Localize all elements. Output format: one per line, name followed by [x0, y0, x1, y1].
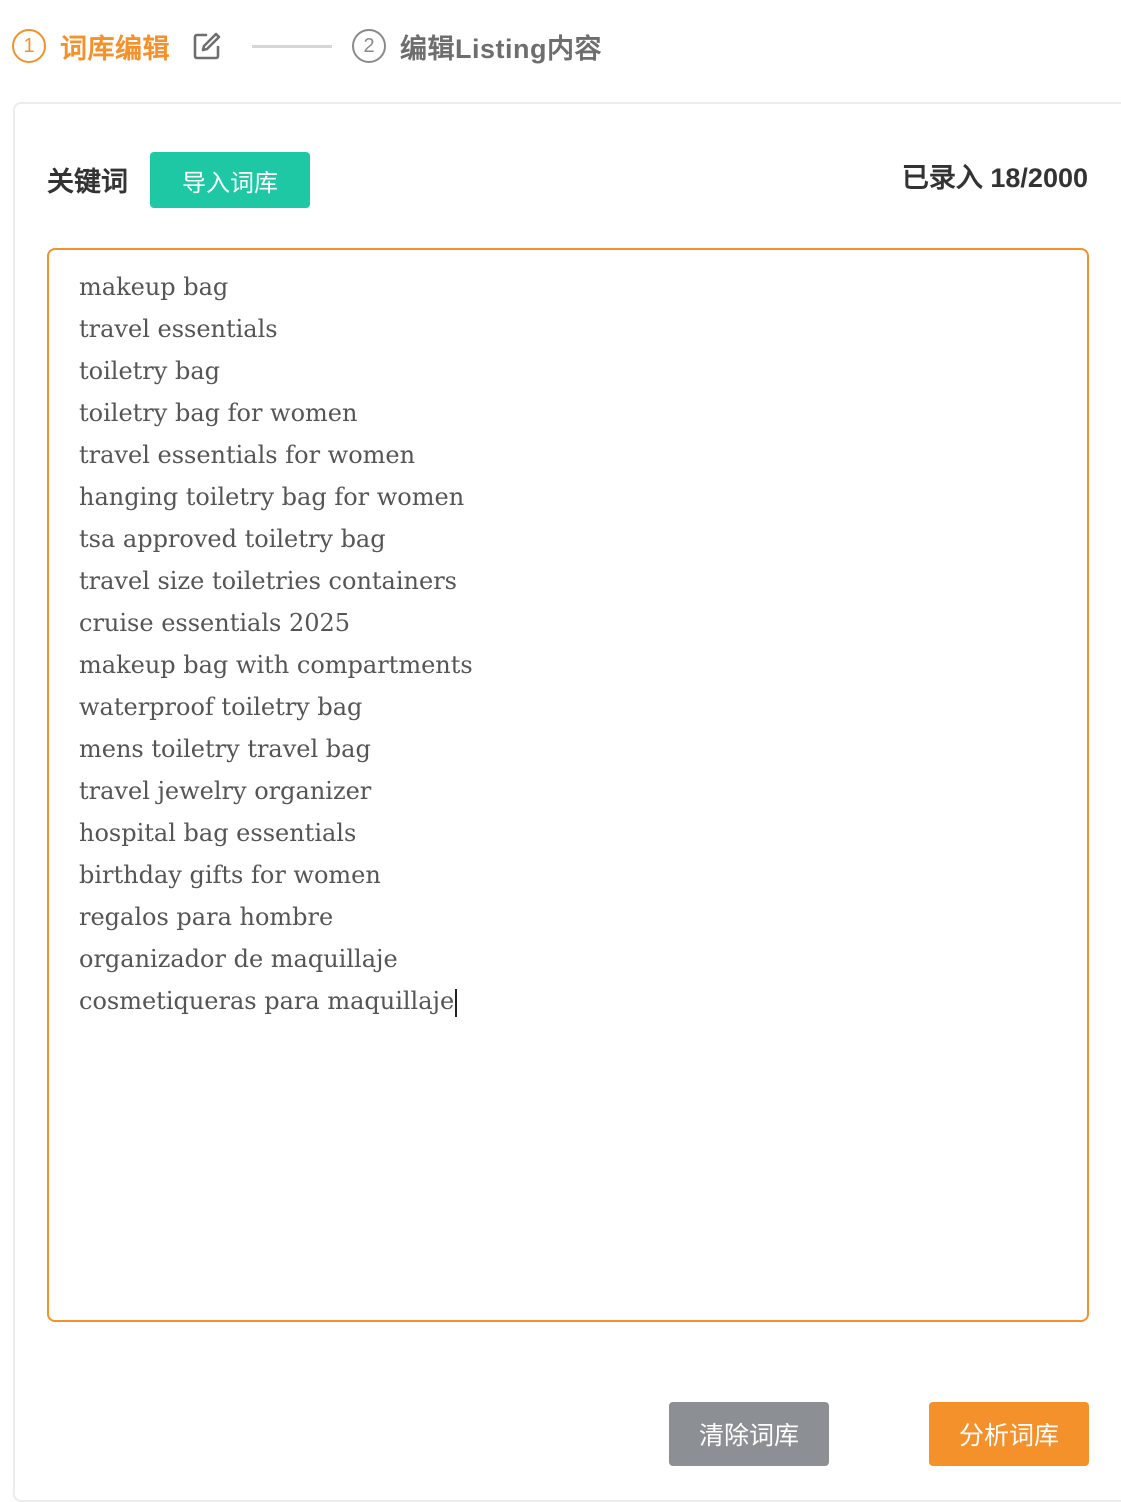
import-library-button[interactable]: 导入词库 [150, 152, 310, 208]
keyword-textarea[interactable]: makeup bag travel essentials toiletry ba… [47, 248, 1089, 1322]
step-1-indicator: 1 [12, 29, 46, 63]
keyword-line: cruise essentials 2025 [79, 609, 351, 637]
step-1-number: 1 [23, 35, 35, 57]
edit-icon[interactable] [192, 30, 224, 62]
keyword-line: makeup bag [79, 273, 229, 301]
keyword-line: tsa approved toiletry bag [79, 525, 386, 553]
step-1-label[interactable]: 词库编辑 [60, 27, 170, 66]
keywords-title: 关键词 [47, 167, 128, 197]
keyword-line: toiletry bag [79, 357, 220, 385]
keyword-line: travel size toiletries containers [79, 567, 457, 595]
analyze-library-button[interactable]: 分析词库 [929, 1402, 1089, 1466]
keyword-line: hanging toiletry bag for women [79, 483, 465, 511]
keyword-line: makeup bag with compartments [79, 651, 473, 679]
keyword-line: toiletry bag for women [79, 399, 358, 427]
keyword-line: regalos para hombre [79, 903, 334, 931]
keyword-line: travel essentials for women [79, 441, 416, 469]
stepper: 1 词库编辑 2 编辑Listing内容 [12, 26, 602, 66]
step-2-number: 2 [363, 35, 375, 57]
keyword-line: organizador de maquillaje [79, 945, 398, 973]
keyword-line-last: cosmetiqueras para maquillaje [79, 980, 1057, 1022]
keyword-line: waterproof toiletry bag [79, 693, 363, 721]
keyword-line: birthday gifts for women [79, 861, 381, 889]
keyword-count: 已录入 18/2000 [901, 163, 1088, 193]
keyword-line: travel jewelry organizer [79, 777, 372, 805]
keyword-line: travel essentials [79, 315, 278, 343]
clear-library-button[interactable]: 清除词库 [669, 1402, 829, 1466]
step-2-indicator: 2 [352, 29, 386, 63]
step-2-label[interactable]: 编辑Listing内容 [400, 27, 602, 66]
keyword-line: hospital bag essentials [79, 819, 357, 847]
keyword-line: mens toiletry travel bag [79, 735, 371, 763]
step-connector [252, 44, 332, 48]
keyword-line-text: cosmetiqueras para maquillaje [79, 987, 455, 1015]
text-caret [455, 988, 458, 1017]
